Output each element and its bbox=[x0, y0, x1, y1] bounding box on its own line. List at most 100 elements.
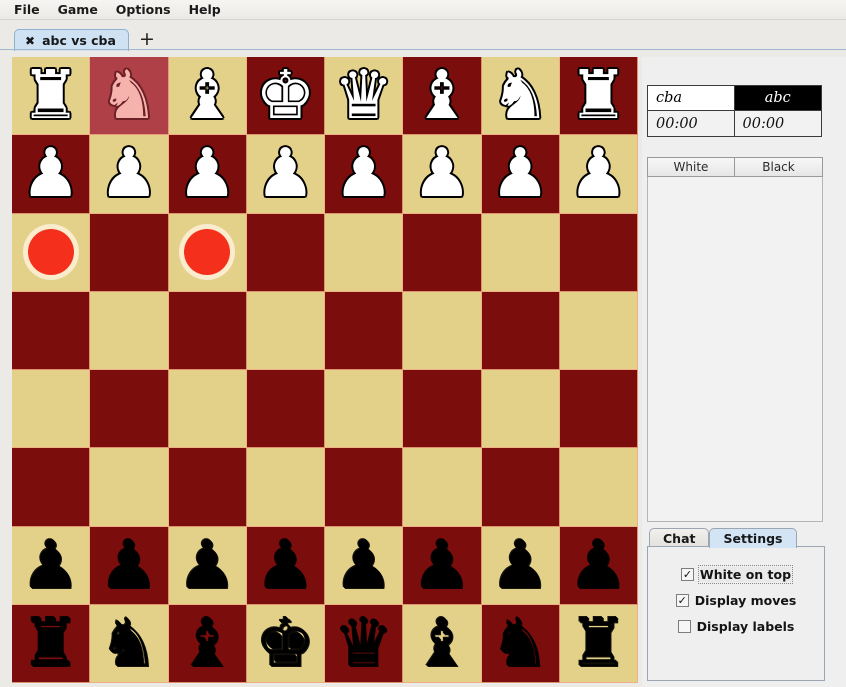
board-square[interactable]: ♜ bbox=[560, 57, 638, 135]
board-square[interactable] bbox=[325, 214, 403, 292]
chess-piece[interactable]: ♟ bbox=[403, 527, 480, 604]
board-square[interactable]: ♟ bbox=[169, 135, 247, 213]
chess-piece[interactable]: ♚ bbox=[247, 57, 324, 134]
close-icon[interactable]: ✖ bbox=[25, 35, 35, 47]
checkbox-group[interactable]: ✓White on top bbox=[681, 567, 791, 582]
board-square[interactable]: ♛ bbox=[325, 605, 403, 683]
menu-game[interactable]: Game bbox=[50, 1, 106, 19]
settings-checkbox-row[interactable]: Display labels bbox=[648, 619, 824, 634]
board-square[interactable]: ♜ bbox=[12, 57, 90, 135]
chess-piece[interactable]: ♟ bbox=[482, 135, 559, 212]
board-square[interactable] bbox=[12, 214, 90, 292]
board-square[interactable] bbox=[247, 448, 325, 526]
chess-piece[interactable]: ♞ bbox=[90, 57, 167, 134]
board-square[interactable]: ♟ bbox=[482, 527, 560, 605]
chess-piece[interactable]: ♟ bbox=[325, 135, 402, 212]
board-square[interactable]: ♟ bbox=[247, 527, 325, 605]
board-square[interactable] bbox=[247, 292, 325, 370]
checkbox-unchecked-icon[interactable] bbox=[678, 620, 691, 633]
board-square[interactable]: ♜ bbox=[12, 605, 90, 683]
chess-piece[interactable]: ♝ bbox=[403, 57, 480, 134]
board-square[interactable] bbox=[90, 370, 168, 448]
board-square[interactable] bbox=[169, 214, 247, 292]
chess-piece[interactable]: ♟ bbox=[325, 527, 402, 604]
board-square[interactable] bbox=[403, 214, 481, 292]
settings-checkbox-row[interactable]: ✓White on top bbox=[648, 567, 824, 582]
chess-piece[interactable]: ♟ bbox=[12, 527, 89, 604]
board-square[interactable] bbox=[403, 370, 481, 448]
chess-piece[interactable]: ♟ bbox=[169, 527, 246, 604]
board-square[interactable] bbox=[403, 292, 481, 370]
board-square[interactable] bbox=[169, 448, 247, 526]
legal-move-indicator[interactable] bbox=[184, 229, 230, 275]
chess-board[interactable]: ♜♞♝♚♛♝♞♜♟♟♟♟♟♟♟♟♟♟♟♟♟♟♟♟♜♞♝♚♛♝♞♜ bbox=[12, 57, 638, 683]
checkbox-group[interactable]: Display labels bbox=[678, 619, 795, 634]
board-square[interactable]: ♟ bbox=[12, 527, 90, 605]
move-column-black[interactable]: Black bbox=[735, 157, 823, 177]
board-square[interactable]: ♟ bbox=[325, 135, 403, 213]
menu-options[interactable]: Options bbox=[108, 1, 179, 19]
board-square[interactable] bbox=[403, 448, 481, 526]
chess-piece[interactable]: ♝ bbox=[403, 605, 480, 682]
legal-move-indicator[interactable] bbox=[28, 229, 74, 275]
board-square[interactable] bbox=[325, 448, 403, 526]
checkbox-group[interactable]: ✓Display moves bbox=[676, 593, 797, 608]
checkbox-checked-icon[interactable]: ✓ bbox=[681, 568, 694, 581]
board-square[interactable] bbox=[247, 370, 325, 448]
chess-piece[interactable]: ♟ bbox=[247, 527, 324, 604]
chess-piece[interactable]: ♝ bbox=[169, 57, 246, 134]
board-square[interactable] bbox=[90, 214, 168, 292]
board-square[interactable]: ♞ bbox=[90, 57, 168, 135]
board-square[interactable] bbox=[560, 292, 638, 370]
board-square[interactable]: ♞ bbox=[482, 57, 560, 135]
board-square[interactable] bbox=[482, 448, 560, 526]
board-square[interactable] bbox=[12, 370, 90, 448]
board-square[interactable]: ♟ bbox=[560, 527, 638, 605]
board-square[interactable] bbox=[247, 214, 325, 292]
chess-piece[interactable]: ♟ bbox=[403, 135, 480, 212]
chess-piece[interactable]: ♟ bbox=[90, 527, 167, 604]
board-square[interactable] bbox=[12, 448, 90, 526]
board-square[interactable]: ♟ bbox=[560, 135, 638, 213]
chess-piece[interactable]: ♟ bbox=[560, 527, 637, 604]
chess-piece[interactable]: ♛ bbox=[325, 57, 402, 134]
board-square[interactable]: ♚ bbox=[247, 605, 325, 683]
tab-settings[interactable]: Settings bbox=[709, 528, 796, 548]
board-square[interactable] bbox=[169, 370, 247, 448]
board-square[interactable]: ♝ bbox=[403, 605, 481, 683]
move-column-white[interactable]: White bbox=[647, 157, 735, 177]
chess-piece[interactable]: ♟ bbox=[247, 135, 324, 212]
tab-chat[interactable]: Chat bbox=[649, 528, 709, 548]
board-square[interactable]: ♚ bbox=[247, 57, 325, 135]
chess-piece[interactable]: ♞ bbox=[90, 605, 167, 682]
board-square[interactable]: ♞ bbox=[90, 605, 168, 683]
board-square[interactable] bbox=[482, 214, 560, 292]
chess-piece[interactable]: ♞ bbox=[482, 57, 559, 134]
chess-piece[interactable]: ♛ bbox=[325, 605, 402, 682]
chess-piece[interactable]: ♝ bbox=[169, 605, 246, 682]
board-square[interactable]: ♝ bbox=[169, 605, 247, 683]
chess-piece[interactable]: ♜ bbox=[560, 605, 637, 682]
menu-help[interactable]: Help bbox=[181, 1, 229, 19]
board-square[interactable]: ♟ bbox=[482, 135, 560, 213]
chess-piece[interactable]: ♜ bbox=[12, 57, 89, 134]
board-square[interactable]: ♟ bbox=[403, 135, 481, 213]
board-square[interactable]: ♟ bbox=[169, 527, 247, 605]
chess-piece[interactable]: ♟ bbox=[560, 135, 637, 212]
board-square[interactable]: ♟ bbox=[403, 527, 481, 605]
checkbox-checked-icon[interactable]: ✓ bbox=[676, 594, 689, 607]
board-square[interactable]: ♝ bbox=[169, 57, 247, 135]
board-square[interactable] bbox=[169, 292, 247, 370]
chess-piece[interactable]: ♟ bbox=[12, 135, 89, 212]
chess-piece[interactable]: ♚ bbox=[247, 605, 324, 682]
chess-piece[interactable]: ♞ bbox=[482, 605, 559, 682]
board-square[interactable] bbox=[482, 370, 560, 448]
board-square[interactable]: ♟ bbox=[325, 527, 403, 605]
board-square[interactable] bbox=[560, 448, 638, 526]
new-tab-icon[interactable]: + bbox=[139, 30, 155, 49]
settings-checkbox-row[interactable]: ✓Display moves bbox=[648, 593, 824, 608]
chess-piece[interactable]: ♟ bbox=[169, 135, 246, 212]
board-square[interactable]: ♝ bbox=[403, 57, 481, 135]
board-square[interactable]: ♛ bbox=[325, 57, 403, 135]
board-square[interactable]: ♜ bbox=[560, 605, 638, 683]
